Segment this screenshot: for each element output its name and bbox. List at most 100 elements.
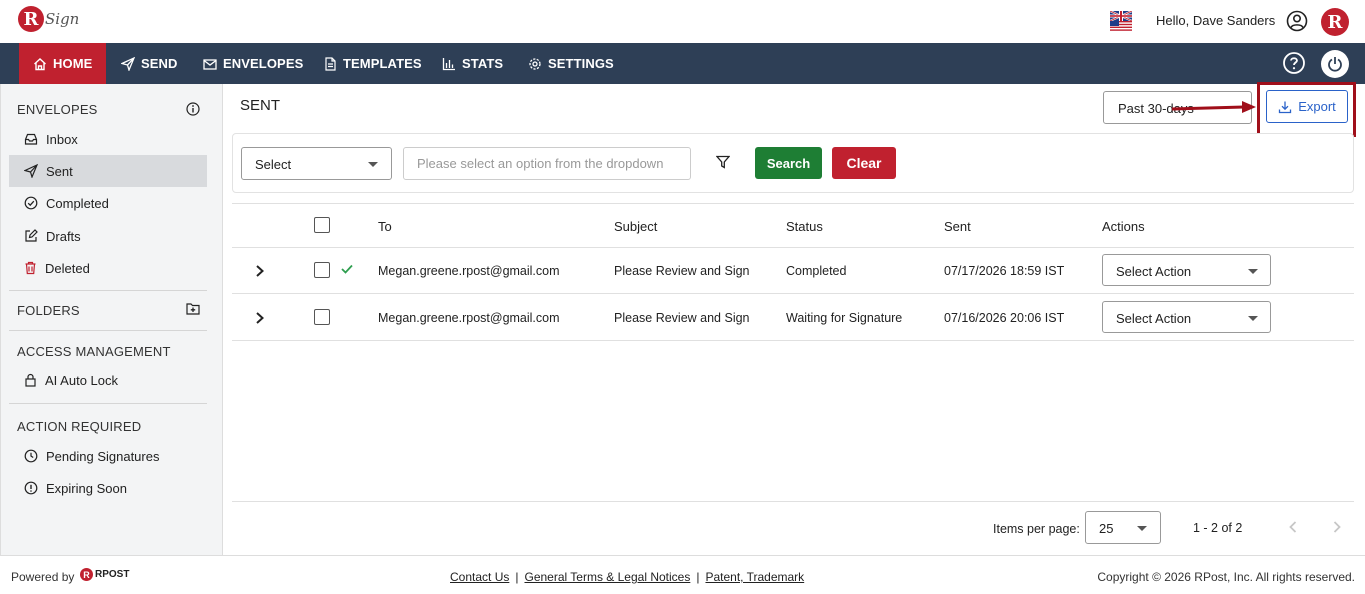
sidebar-item-sent[interactable]: Sent <box>9 155 207 187</box>
search-button[interactable]: Search <box>755 147 822 179</box>
chevron-right-icon[interactable] <box>255 311 265 325</box>
row-divider <box>232 247 1354 248</box>
bar-chart-icon <box>442 57 455 70</box>
document-icon <box>325 56 336 71</box>
action-section-title: ACTION REQUIRED <box>17 419 142 434</box>
sidebar-item-pending-signatures[interactable]: Pending Signatures <box>9 440 207 472</box>
download-icon <box>1279 101 1292 113</box>
terms-link[interactable]: General Terms & Legal Notices <box>524 570 690 584</box>
nav-send-label: SEND <box>141 56 178 71</box>
alert-icon <box>24 481 38 495</box>
filter-icon[interactable] <box>716 155 730 169</box>
chevron-down-icon <box>1248 269 1258 274</box>
nav-settings[interactable]: SETTINGS <box>528 43 614 84</box>
sidebar-item-drafts[interactable]: Drafts <box>9 220 207 252</box>
logo-letter: R <box>18 6 44 32</box>
send-icon <box>24 164 38 178</box>
contact-us-link[interactable]: Contact Us <box>450 570 509 584</box>
nav-templates[interactable]: TEMPLATES <box>324 43 422 84</box>
row-action-value: Select Action <box>1116 311 1192 326</box>
select-all-checkbox[interactable] <box>314 217 330 233</box>
cell-status: Completed <box>786 264 847 278</box>
sidebar-item-label: Drafts <box>46 228 81 244</box>
sidebar-divider <box>9 330 207 331</box>
page-range-label: 1 - 2 of 2 <box>1193 521 1243 535</box>
sidebar-item-label: Sent <box>46 163 73 179</box>
help-icon[interactable] <box>1282 51 1306 75</box>
items-per-page-select[interactable]: 25 <box>1085 511 1161 544</box>
row-action-select[interactable]: Select Action <box>1102 301 1271 333</box>
chevron-down-icon <box>1137 526 1147 531</box>
nav-envelopes[interactable]: ENVELOPES <box>203 43 303 84</box>
nav-home[interactable]: HOME <box>19 43 106 84</box>
sidebar-item-inbox[interactable]: Inbox <box>9 123 207 155</box>
sidebar-divider <box>9 290 207 291</box>
us-uk-flag-icon[interactable] <box>1110 11 1132 31</box>
rsign-logo[interactable]: R Sign <box>18 6 79 32</box>
nav-settings-label: SETTINGS <box>548 56 614 71</box>
export-label: Export <box>1298 99 1336 114</box>
column-header-subject[interactable]: Subject <box>614 219 657 234</box>
chevron-down-icon <box>1248 316 1258 321</box>
cell-to: Megan.greene.rpost@gmail.com <box>378 264 560 278</box>
sidebar-item-completed[interactable]: Completed <box>9 187 207 219</box>
copyright: Copyright © 2026 RPost, Inc. All rights … <box>1097 570 1355 584</box>
previous-page-icon[interactable] <box>1288 520 1298 534</box>
sidebar-item-ai-auto-lock[interactable]: AI Auto Lock <box>9 364 207 396</box>
user-profile-icon[interactable] <box>1286 10 1308 32</box>
sidebar-item-label: AI Auto Lock <box>45 372 118 388</box>
items-per-page-label: Items per page: <box>993 522 1080 536</box>
sidebar: ENVELOPES Inbox Sent Completed Drafts De… <box>0 84 223 555</box>
logo-text: Sign <box>45 10 80 28</box>
clear-button[interactable]: Clear <box>832 147 896 179</box>
row-checkbox[interactable] <box>314 262 330 278</box>
add-folder-icon[interactable] <box>186 302 200 315</box>
send-icon <box>121 56 135 71</box>
sidebar-item-expiring-soon[interactable]: Expiring Soon <box>9 472 207 504</box>
check-circle-icon <box>24 196 38 210</box>
info-icon[interactable] <box>186 102 200 116</box>
main-nav: HOME SEND ENVELOPES TEMPLATES STATS SETT… <box>0 43 1365 84</box>
search-input[interactable] <box>403 147 691 180</box>
cell-status: Waiting for Signature <box>786 311 903 325</box>
nav-stats-label: STATS <box>462 56 504 71</box>
column-header-to[interactable]: To <box>378 219 392 234</box>
table-top-border <box>232 203 1354 204</box>
brand-avatar[interactable]: R <box>1321 8 1349 36</box>
patent-link[interactable]: Patent, Trademark <box>705 570 804 584</box>
nav-stats[interactable]: STATS <box>442 43 503 84</box>
gear-icon <box>529 57 541 70</box>
row-action-select[interactable]: Select Action <box>1102 254 1271 286</box>
sidebar-item-label: Deleted <box>45 260 90 276</box>
chevron-down-icon <box>368 162 378 167</box>
clock-icon <box>24 449 38 463</box>
next-page-icon[interactable] <box>1332 520 1342 534</box>
cell-subject: Please Review and Sign <box>614 311 750 325</box>
filter-select-value: Select <box>255 157 292 172</box>
home-icon <box>34 57 46 70</box>
paginator-border <box>232 501 1354 502</box>
row-checkbox[interactable] <box>314 309 330 325</box>
sidebar-item-label: Expiring Soon <box>46 480 127 496</box>
row-action-value: Select Action <box>1116 264 1192 279</box>
column-header-sent[interactable]: Sent <box>944 219 971 234</box>
export-button[interactable]: Export <box>1266 90 1348 123</box>
footer: Powered by R RPOST Contact Us | General Te… <box>0 555 1365 594</box>
row-divider <box>232 293 1354 294</box>
nav-templates-label: TEMPLATES <box>343 56 422 71</box>
sidebar-item-label: Inbox <box>46 131 78 147</box>
nav-send[interactable]: SEND <box>121 43 178 84</box>
items-per-page-value: 25 <box>1099 521 1114 536</box>
sidebar-item-deleted[interactable]: Deleted <box>9 252 207 284</box>
rpost-logo-text: RPOST <box>95 569 130 580</box>
sidebar-item-label: Completed <box>46 195 109 211</box>
red-arrow-annotation <box>1172 101 1256 113</box>
chevron-right-icon[interactable] <box>255 264 265 278</box>
column-header-status[interactable]: Status <box>786 219 823 234</box>
power-icon <box>1328 57 1342 72</box>
filter-select[interactable]: Select <box>241 147 392 180</box>
rpost-logo: R RPOST <box>80 568 129 581</box>
logout-button[interactable] <box>1321 50 1349 78</box>
edit-icon <box>25 229 38 242</box>
nav-envelopes-label: ENVELOPES <box>223 56 304 71</box>
